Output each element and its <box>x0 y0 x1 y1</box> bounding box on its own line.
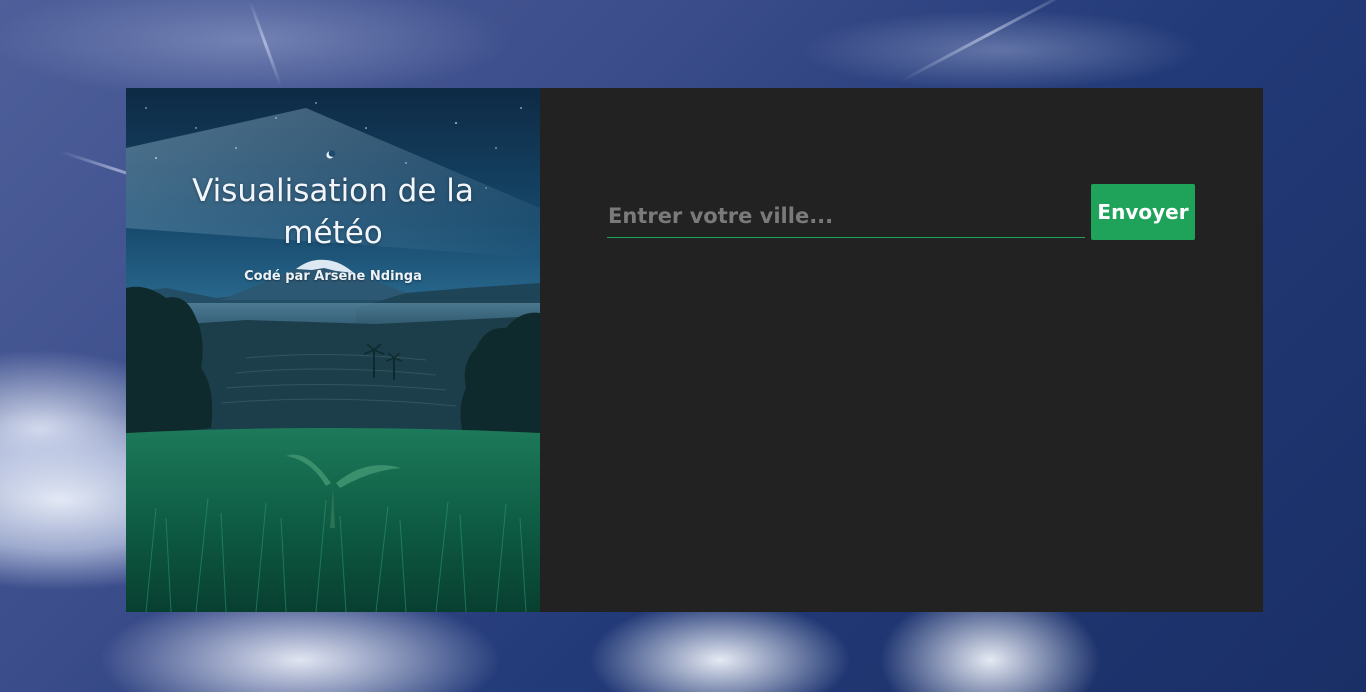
author-credit: Codé par Arsene Ndinga <box>244 269 422 284</box>
app-title: Visualisation de la météo <box>192 173 474 251</box>
hero-panel: Visualisation de la météo Codé par Arsen… <box>126 88 540 612</box>
sky-streak <box>248 0 283 87</box>
sky-streak <box>899 0 1078 83</box>
search-panel: Envoyer <box>540 88 1263 612</box>
city-input[interactable] <box>607 194 1085 238</box>
weather-app-card: Visualisation de la météo Codé par Arsen… <box>126 88 1263 612</box>
landscape-illustration <box>126 102 540 612</box>
submit-button[interactable]: Envoyer <box>1091 184 1195 240</box>
